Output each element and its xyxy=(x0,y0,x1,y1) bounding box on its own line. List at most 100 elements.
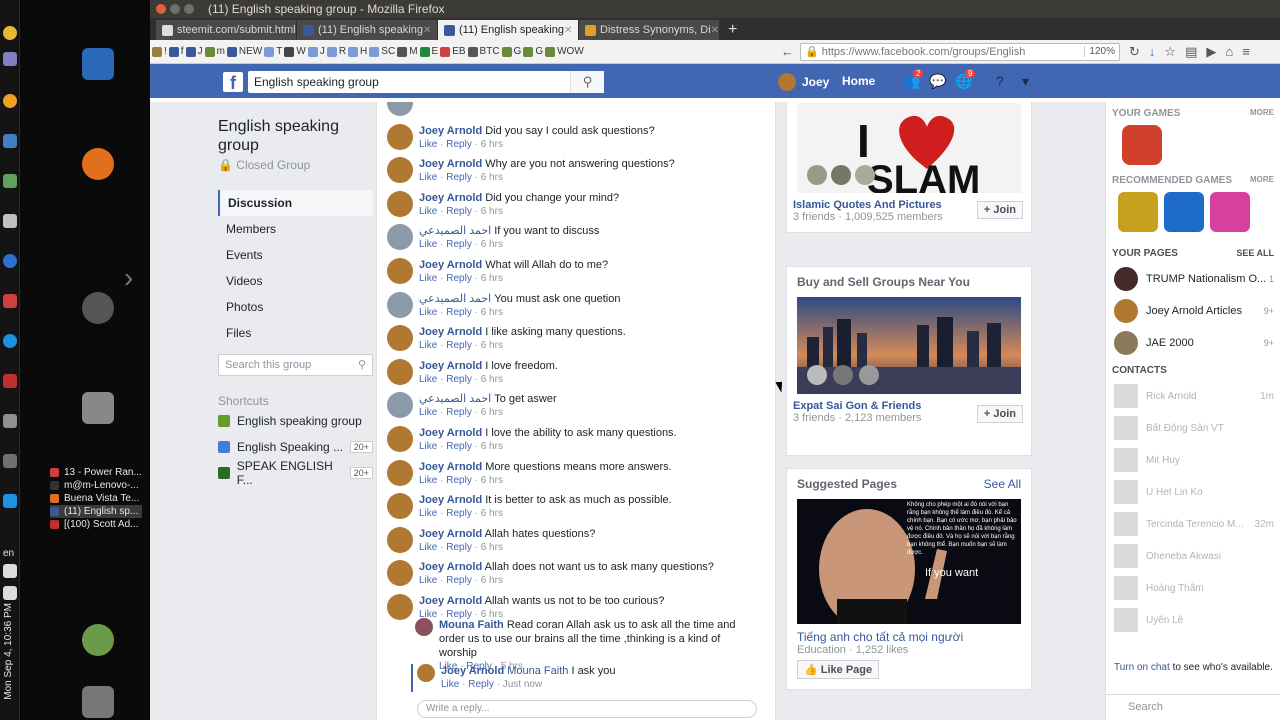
zoom-level[interactable]: 120% xyxy=(1084,46,1115,57)
app-icon[interactable] xyxy=(3,414,17,428)
reply-link[interactable]: Reply xyxy=(446,475,472,486)
app-icon[interactable] xyxy=(3,52,17,66)
chevron-right-icon[interactable]: › xyxy=(124,262,133,294)
bookmark-item[interactable]: WOW xyxy=(545,46,584,57)
close-window-icon[interactable] xyxy=(156,4,166,14)
taskbar-item[interactable]: Buena Vista Te... xyxy=(50,492,142,505)
taskbar-item[interactable]: (11) English sp... xyxy=(50,505,142,518)
avatar[interactable] xyxy=(387,258,413,284)
avatar[interactable] xyxy=(387,392,413,419)
tab-distress[interactable]: Distress Synonyms, Di ✕ xyxy=(579,20,719,40)
comment-author[interactable]: Joey Arnold xyxy=(419,528,482,540)
comment-author[interactable]: Joey Arnold xyxy=(419,461,482,473)
close-icon[interactable]: ✕ xyxy=(423,25,431,36)
contact-item[interactable]: Rick Arnold 1m xyxy=(1106,380,1280,412)
contact-item[interactable]: Tercinda Terencio M... 32m xyxy=(1106,508,1280,540)
comment-author[interactable]: Joey Arnold xyxy=(419,158,482,170)
bookmark-item[interactable]: J xyxy=(185,46,203,57)
clock[interactable]: Mon Sep 4, 10:36 PM xyxy=(3,603,14,700)
group-nav-videos[interactable]: Videos xyxy=(218,268,373,294)
avatar[interactable] xyxy=(387,594,413,620)
reply-link[interactable]: Reply xyxy=(446,441,472,452)
avatar[interactable] xyxy=(417,664,435,682)
bookmark-item[interactable]: SC xyxy=(369,46,395,57)
like-link[interactable]: Like xyxy=(419,475,437,486)
coin-icon[interactable] xyxy=(3,26,17,40)
like-link[interactable]: Like xyxy=(419,340,437,351)
comment-author[interactable]: Joey Arnold xyxy=(419,595,482,607)
contact-item[interactable]: Bất Động Sản VT xyxy=(1106,412,1280,444)
reply-link[interactable]: Reply xyxy=(446,307,472,318)
page-item[interactable]: TRUMP Nationalism O... 1 xyxy=(1106,263,1280,295)
avatar[interactable] xyxy=(387,325,413,352)
app-icon[interactable] xyxy=(3,254,17,268)
comment-author[interactable]: احمد الصميدعي xyxy=(419,225,491,237)
bookmark-item[interactable]: EB xyxy=(440,46,466,57)
reply-link[interactable]: Reply xyxy=(446,542,472,553)
group-title[interactable]: English speaking group xyxy=(218,117,373,155)
comment-author[interactable]: Joey Arnold xyxy=(419,494,482,506)
trash-icon[interactable] xyxy=(82,686,114,718)
contact-item[interactable]: Uyên Lê xyxy=(1106,604,1280,636)
comment-author[interactable]: احمد الصميدعي xyxy=(419,293,491,305)
bookmark-item[interactable]: G xyxy=(501,46,521,57)
like-link[interactable]: Like xyxy=(419,374,437,385)
like-link[interactable]: Like xyxy=(441,679,459,690)
bookmark-item[interactable]: R xyxy=(326,46,346,57)
minimize-window-icon[interactable] xyxy=(170,4,180,14)
tab-fb-2[interactable]: (11) English speaking ✕ xyxy=(438,20,578,40)
help-icon[interactable]: ? xyxy=(996,73,1012,89)
see-all-pages-link[interactable]: SEE ALL xyxy=(1236,248,1274,259)
reply-author[interactable]: Mouna Faith xyxy=(439,619,504,631)
close-icon[interactable]: ✕ xyxy=(711,25,719,36)
bookmark-item[interactable]: E xyxy=(419,46,438,57)
group-search-input[interactable]: Search this group ⚲ xyxy=(218,354,373,376)
document-icon[interactable] xyxy=(82,48,114,80)
app-icon[interactable] xyxy=(3,174,17,188)
contact-item[interactable]: Mit Huy xyxy=(1106,444,1280,476)
bookmark-item[interactable]: m xyxy=(204,46,225,57)
bookmark-item[interactable]: T xyxy=(264,46,282,57)
taskbar-item[interactable]: m@m-Lenovo-... xyxy=(50,479,142,492)
avatar[interactable] xyxy=(387,123,413,150)
reply-link[interactable]: Reply xyxy=(446,139,472,150)
reply-link[interactable]: Reply xyxy=(446,374,472,385)
menu-icon[interactable]: ≡ xyxy=(1242,44,1250,59)
comment-author[interactable]: Joey Arnold xyxy=(419,326,482,338)
reload-icon[interactable]: ↻ xyxy=(1129,44,1140,60)
super-game-icon[interactable] xyxy=(1210,192,1250,232)
suggested-page-name[interactable]: Tiếng anh cho tất cả mọi người xyxy=(787,624,1031,644)
like-link[interactable]: Like xyxy=(419,206,437,217)
avatar[interactable] xyxy=(387,224,413,251)
firefox-icon[interactable] xyxy=(82,148,114,180)
comment-author[interactable]: احمد الصميدعي xyxy=(419,393,491,405)
avatar[interactable] xyxy=(387,102,413,116)
avatar[interactable] xyxy=(387,560,413,587)
like-link[interactable]: Like xyxy=(419,139,437,150)
comment-author[interactable]: Joey Arnold xyxy=(419,259,482,271)
close-icon[interactable]: ✕ xyxy=(564,25,572,36)
archive-icon[interactable] xyxy=(82,392,114,424)
friend-requests-icon[interactable]: 👥 2 xyxy=(903,69,924,89)
app-icon[interactable] xyxy=(3,294,17,308)
group-nav-events[interactable]: Events xyxy=(218,242,373,268)
reply-link[interactable]: Reply xyxy=(446,239,472,250)
reply-link[interactable]: Reply xyxy=(446,508,472,519)
search-icon[interactable]: ⚲ xyxy=(358,358,366,371)
write-reply-input[interactable]: Write a reply... xyxy=(417,700,757,718)
bookmark-item[interactable]: BTC xyxy=(467,46,500,57)
app-icon[interactable] xyxy=(3,454,17,468)
search-icon[interactable]: ⚲ xyxy=(570,71,604,93)
bitcoin-icon[interactable] xyxy=(3,94,17,108)
avatar[interactable] xyxy=(387,291,413,318)
app-icon[interactable] xyxy=(3,214,17,228)
like-link[interactable]: Like xyxy=(419,172,437,183)
taskbar-item[interactable]: [(100) Scott Ad... xyxy=(50,518,142,531)
reply-author[interactable]: Joey Arnold xyxy=(441,665,504,677)
library-icon[interactable]: ▤ xyxy=(1185,44,1197,60)
download-icon[interactable]: ↓ xyxy=(1149,44,1156,59)
contact-item[interactable]: Oheneba Akwasi xyxy=(1106,540,1280,572)
group-nav-discussion[interactable]: Discussion xyxy=(218,190,373,216)
page-item[interactable]: Joey Arnold Articles 9+ xyxy=(1106,295,1280,327)
avatar[interactable] xyxy=(415,618,433,636)
